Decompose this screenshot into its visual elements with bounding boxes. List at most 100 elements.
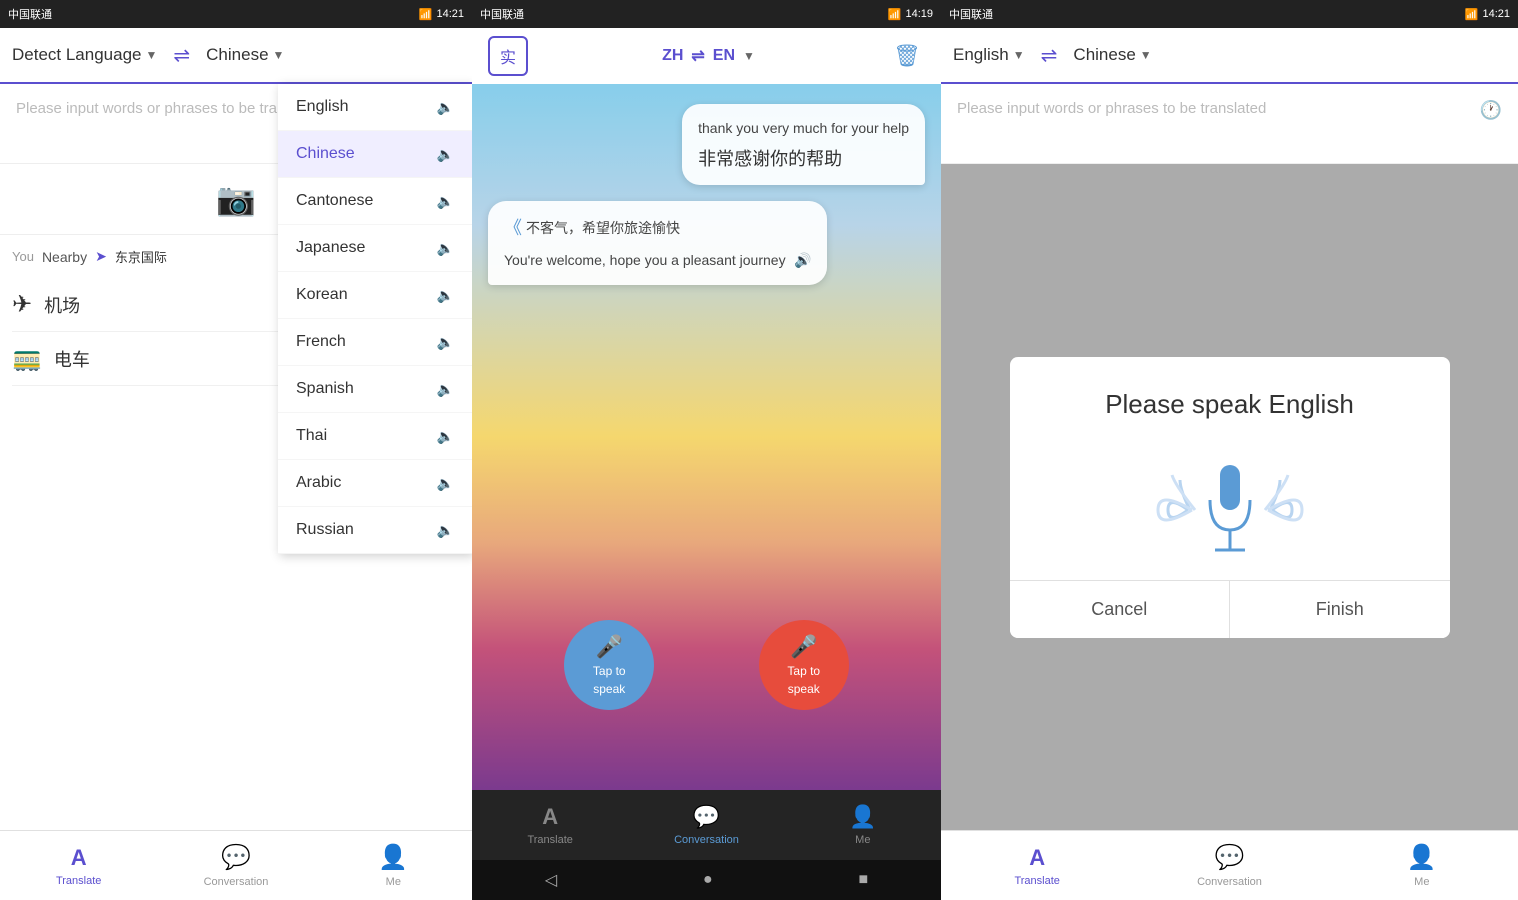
speak-button-blue[interactable]: 🎤 Tap to speak	[564, 620, 654, 710]
message-bubble-1: thank you very much for your help 非常感谢你的…	[682, 104, 925, 185]
input-area-3[interactable]: 🕐 Please input words or phrases to be tr…	[941, 84, 1518, 164]
dropdown-cantonese[interactable]: Cantonese 🔈	[278, 178, 472, 225]
target-language-selector[interactable]: Chinese ▼	[206, 45, 284, 65]
time-3: 14:21	[1482, 8, 1510, 20]
android-nav-bar: ◁ ● ■	[472, 860, 941, 900]
swap-languages-icon[interactable]: ⇌	[173, 43, 190, 68]
zh-label: ZH	[662, 47, 683, 65]
arabic-option: Arabic	[296, 474, 341, 492]
translate-label-2: Translate	[527, 834, 572, 846]
dropdown-spanish[interactable]: Spanish 🔈	[278, 366, 472, 413]
tab-me-2[interactable]: 👤 Me	[785, 804, 941, 846]
detect-language-selector[interactable]: Detect Language ▼	[12, 45, 157, 65]
back-button[interactable]: ◁	[545, 870, 557, 890]
lang-arrow-icon: ▼	[743, 49, 755, 63]
me-icon-1: 👤	[378, 843, 408, 872]
tab-translate-1[interactable]: A Translate	[0, 845, 157, 887]
time-2: 14:19	[905, 8, 933, 20]
airport-label: 机场	[44, 292, 80, 318]
train-icon: 🚃	[12, 344, 42, 373]
conv-swap-icon: ⇌	[691, 46, 704, 66]
conv-lang-toggle[interactable]: ZH ⇌ EN ▼	[662, 46, 755, 66]
dropdown-chinese[interactable]: Chinese 🔈	[278, 131, 472, 178]
finish-button[interactable]: Finish	[1230, 581, 1450, 638]
detect-arrow-icon: ▼	[146, 48, 158, 62]
me-label-1: Me	[386, 876, 401, 888]
me-icon-3: 👤	[1407, 843, 1437, 872]
dialog-overlay: Please speak English	[941, 164, 1518, 830]
clear-conversation-button[interactable]: 🗑	[889, 38, 925, 74]
bottom-tabs-3: A Translate 💬 Conversation 👤 Me	[941, 830, 1518, 900]
translate-icon-2: A	[542, 804, 558, 830]
carrier-3: 中国联通	[949, 6, 993, 22]
real-mode-button[interactable]: 实	[488, 36, 528, 76]
tab-me-1[interactable]: 👤 Me	[315, 843, 472, 888]
screen-1: 中国联通 📶 14:21 Detect Language ▼ ⇌ Chinese…	[0, 0, 472, 900]
dropdown-english[interactable]: English 🔈	[278, 84, 472, 131]
screen-3: 中国联通 📶 14:21 English ▼ ⇌ Chinese ▼ 🕐 Ple…	[941, 0, 1518, 900]
me-label-3: Me	[1414, 876, 1429, 888]
korean-speaker-icon: 🔈	[437, 287, 454, 304]
spanish-speaker-icon: 🔈	[437, 381, 454, 398]
msg-chinese-2: 《 不客气，希望你旅途愉快	[504, 215, 811, 242]
conversation-icon-3: 💬	[1215, 843, 1245, 872]
target-language-label-3: Chinese	[1073, 45, 1135, 65]
bottom-tabs-2: A Translate 💬 Conversation 👤 Me	[472, 790, 941, 860]
conversation-label-3: Conversation	[1197, 876, 1262, 888]
conversation-background: thank you very much for your help 非常感谢你的…	[472, 84, 941, 790]
dropdown-arabic[interactable]: Arabic 🔈	[278, 460, 472, 507]
japanese-option: Japanese	[296, 239, 365, 257]
tab-conversation-2[interactable]: 💬 Conversation	[628, 804, 784, 846]
source-language-label-3: English	[953, 45, 1009, 65]
speak-button-red[interactable]: 🎤 Tap to speak	[759, 620, 849, 710]
right-waves-svg	[1260, 470, 1310, 550]
english-option: English	[296, 98, 348, 116]
tab-translate-3[interactable]: A Translate	[941, 845, 1133, 887]
speak-label-red-2: speak	[788, 682, 820, 696]
airplane-icon: ✈	[12, 290, 32, 319]
target-language-selector-3[interactable]: Chinese ▼	[1073, 45, 1151, 65]
source-language-selector-3[interactable]: English ▼	[953, 45, 1025, 65]
dropdown-korean[interactable]: Korean 🔈	[278, 272, 472, 319]
tab-conversation-1[interactable]: 💬 Conversation	[157, 843, 314, 888]
dropdown-russian[interactable]: Russian 🔈	[278, 507, 472, 554]
mic-icon-blue: 🎤	[596, 634, 623, 660]
msg-chinese-1: 非常感谢你的帮助	[698, 145, 909, 171]
chinese-text-2: 不客气，希望你旅途愉快	[526, 218, 680, 239]
translate-label-1: Translate	[56, 875, 101, 887]
detect-language-label: Detect Language	[12, 45, 142, 65]
bottom-tabs-1: A Translate 💬 Conversation 👤 Me	[0, 830, 472, 900]
swap-languages-icon-3[interactable]: ⇌	[1041, 43, 1058, 68]
recent-button[interactable]: ■	[858, 871, 868, 889]
target-language-label: Chinese	[206, 45, 268, 65]
french-speaker-icon: 🔈	[437, 334, 454, 351]
signal-3: 📶	[1465, 8, 1479, 21]
message-bubble-2: 《 不客气，希望你旅途愉快 You're welcome, hope you a…	[488, 201, 827, 285]
history-icon[interactable]: 🕐	[1480, 100, 1502, 121]
nearby-label: Nearby	[42, 249, 87, 265]
status-icons-1: 📶 14:21	[419, 8, 464, 21]
tab-conversation-3[interactable]: 💬 Conversation	[1133, 843, 1325, 888]
dropdown-thai[interactable]: Thai 🔈	[278, 413, 472, 460]
speaker-icon-2: 🔊	[794, 252, 811, 268]
home-button[interactable]: ●	[703, 871, 713, 889]
trash-icon: 🗑	[893, 43, 921, 69]
train-label: 电车	[54, 346, 90, 372]
translate-icon-1: A	[71, 845, 87, 871]
tab-translate-2[interactable]: A Translate	[472, 804, 628, 846]
top-nav-3: English ▼ ⇌ Chinese ▼	[941, 28, 1518, 84]
time-1: 14:21	[436, 8, 464, 20]
dropdown-french[interactable]: French 🔈	[278, 319, 472, 366]
camera-icon[interactable]: 📷	[216, 180, 256, 218]
thai-speaker-icon: 🔈	[437, 428, 454, 445]
quote-icon: 《	[504, 215, 522, 242]
dropdown-japanese[interactable]: Japanese 🔈	[278, 225, 472, 272]
msg-english-2: You're welcome, hope you a pleasant jour…	[504, 250, 811, 271]
target-arrow-icon-3: ▼	[1140, 48, 1152, 62]
tab-me-3[interactable]: 👤 Me	[1326, 843, 1518, 888]
russian-option: Russian	[296, 521, 354, 539]
english-speaker-icon: 🔈	[437, 99, 454, 116]
mic-center-group	[1200, 460, 1260, 560]
russian-speaker-icon: 🔈	[437, 522, 454, 539]
cancel-button[interactable]: Cancel	[1010, 581, 1231, 638]
